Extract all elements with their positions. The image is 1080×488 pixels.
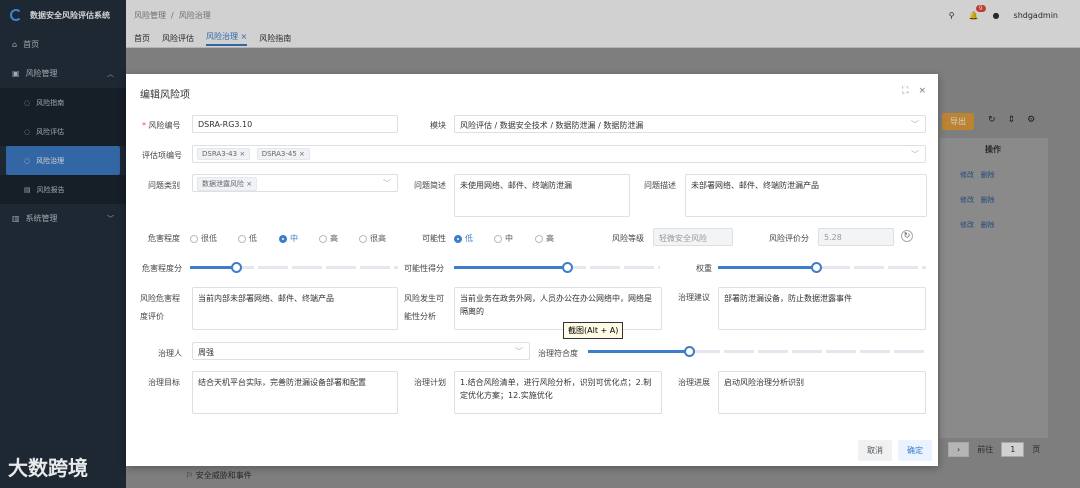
eval-no-select[interactable]: DSRA3-43 × DSRA3-45 × ﹀: [192, 145, 926, 163]
eval-tag: DSRA3-43 ×: [197, 148, 251, 160]
risk-score-field: 5.28: [818, 228, 894, 246]
severity-option-3[interactable]: 中: [279, 233, 298, 244]
module-value: 风险评估 / 数据安全技术 / 数据防泄漏 / 数据防泄漏: [460, 121, 644, 130]
severity-option-2[interactable]: 低: [238, 233, 257, 244]
progress-textarea[interactable]: 启动风险治理分析识别: [718, 371, 926, 414]
issue-desc-textarea[interactable]: 未使用网络、邮件、终端防泄漏: [454, 174, 630, 217]
goal-label: 治理目标: [148, 378, 180, 387]
plan-textarea[interactable]: 1.结合风险清单，进行风险分析，识别可优化点；2.制定优化方案；12.实施优化: [454, 371, 662, 414]
eval-no-label: 评估项编号: [142, 151, 182, 160]
owner-select[interactable]: 周强 ﹀: [192, 342, 530, 360]
close-icon[interactable]: ×: [918, 86, 926, 96]
conformity-slider[interactable]: [588, 346, 926, 357]
issue-detail-textarea[interactable]: 未部署网络、邮件、终端防泄漏产品: [685, 174, 927, 217]
risk-no-input[interactable]: DSRA-RG3.10: [192, 115, 398, 133]
likelihood-option-1[interactable]: 低: [454, 233, 473, 244]
risk-score-label: 风险评价分: [769, 234, 809, 243]
slider-handle[interactable]: [810, 262, 822, 273]
severity-option-1[interactable]: 很低: [190, 233, 217, 244]
slider-handle[interactable]: [230, 262, 242, 273]
module-select[interactable]: 风险评估 / 数据安全技术 / 数据防泄漏 / 数据防泄漏 ﹀: [454, 115, 926, 133]
cause-label: 风险发生可能性分析: [404, 294, 444, 321]
likelihood-option-2[interactable]: 中: [494, 233, 513, 244]
severity-score-slider[interactable]: [190, 262, 398, 273]
slider-handle[interactable]: [684, 346, 696, 357]
cancel-button[interactable]: 取消: [858, 440, 892, 461]
chevron-down-icon: ﹀: [911, 120, 919, 129]
likelihood-option-3[interactable]: 高: [535, 233, 554, 244]
conformity-label: 治理符合度: [538, 349, 578, 358]
cause-textarea[interactable]: 当前业务在政务外网，人员办公在办公网络中，网络是隔离的: [454, 287, 662, 330]
fullscreen-icon[interactable]: ⛶: [902, 86, 908, 96]
chevron-down-icon: ﹀: [383, 179, 391, 188]
likelihood-score-slider[interactable]: [454, 262, 660, 273]
screenshot-tooltip: 截图(Alt + A): [563, 322, 624, 339]
goal-textarea[interactable]: 结合天机平台实际，完善防泄漏设备部署和配置: [192, 371, 398, 414]
eval-tag: DSRA3-45 ×: [256, 148, 310, 160]
issue-type-select[interactable]: 数据泄露风险 × ﹀: [192, 174, 398, 192]
owner-value: 周强: [198, 348, 214, 357]
plan-label: 治理计划: [414, 378, 446, 387]
dialog-title: 编辑风险项: [140, 90, 190, 101]
watermark: 大数跨境: [8, 456, 88, 480]
issue-type-label: 问题类别: [148, 181, 180, 190]
dialog-tools: ⛶ ×: [902, 86, 926, 96]
issue-type-tag: 数据泄露风险 ×: [197, 177, 258, 191]
issue-desc-label: 问题简述: [414, 181, 446, 190]
weight-label: 权重: [696, 264, 712, 273]
weight-slider[interactable]: [718, 262, 926, 273]
severity-option-5[interactable]: 很高: [359, 233, 386, 244]
confirm-button[interactable]: 确定: [898, 440, 932, 461]
severity-eval-label: 风险危害程度评价: [140, 294, 180, 321]
advice-textarea[interactable]: 部署防泄漏设备，防止数据泄露事件: [718, 287, 926, 330]
likelihood-label: 可能性: [422, 234, 446, 243]
severity-eval-textarea[interactable]: 当前内部未部署网络、邮件、终端产品: [192, 287, 398, 330]
module-label: 模块: [430, 121, 446, 130]
progress-label: 治理进展: [678, 378, 710, 387]
refresh-icon[interactable]: ↻: [901, 230, 913, 242]
issue-detail-label: 问题描述: [644, 181, 676, 190]
app-root: 数据安全风险评估系统 ⌂ 首页 ▣ 风险管理 ︿ ◌ 风险指南 ◌ 风险评估 ◌ 风险治理 …: [0, 0, 1080, 488]
chevron-down-icon: ﹀: [911, 150, 919, 159]
severity-option-4[interactable]: 高: [319, 233, 338, 244]
severity-score-label: 危害程度分: [142, 264, 182, 273]
advice-label: 治理建议: [678, 293, 710, 302]
chevron-down-icon: ﹀: [515, 347, 523, 356]
owner-label: 治理人: [158, 349, 182, 358]
risk-level-label: 风险等级: [612, 234, 644, 243]
risk-no-label: * 风险编号: [142, 121, 181, 130]
severity-label: 危害程度: [148, 234, 180, 243]
risk-level-field: 轻微安全风险: [653, 228, 733, 246]
slider-handle[interactable]: [562, 262, 574, 273]
edit-risk-dialog: 编辑风险项 ⛶ × * 风险编号 DSRA-RG3.10 模块 风险评估 / 数…: [126, 74, 938, 466]
likelihood-score-label: 可能性得分: [404, 264, 444, 273]
